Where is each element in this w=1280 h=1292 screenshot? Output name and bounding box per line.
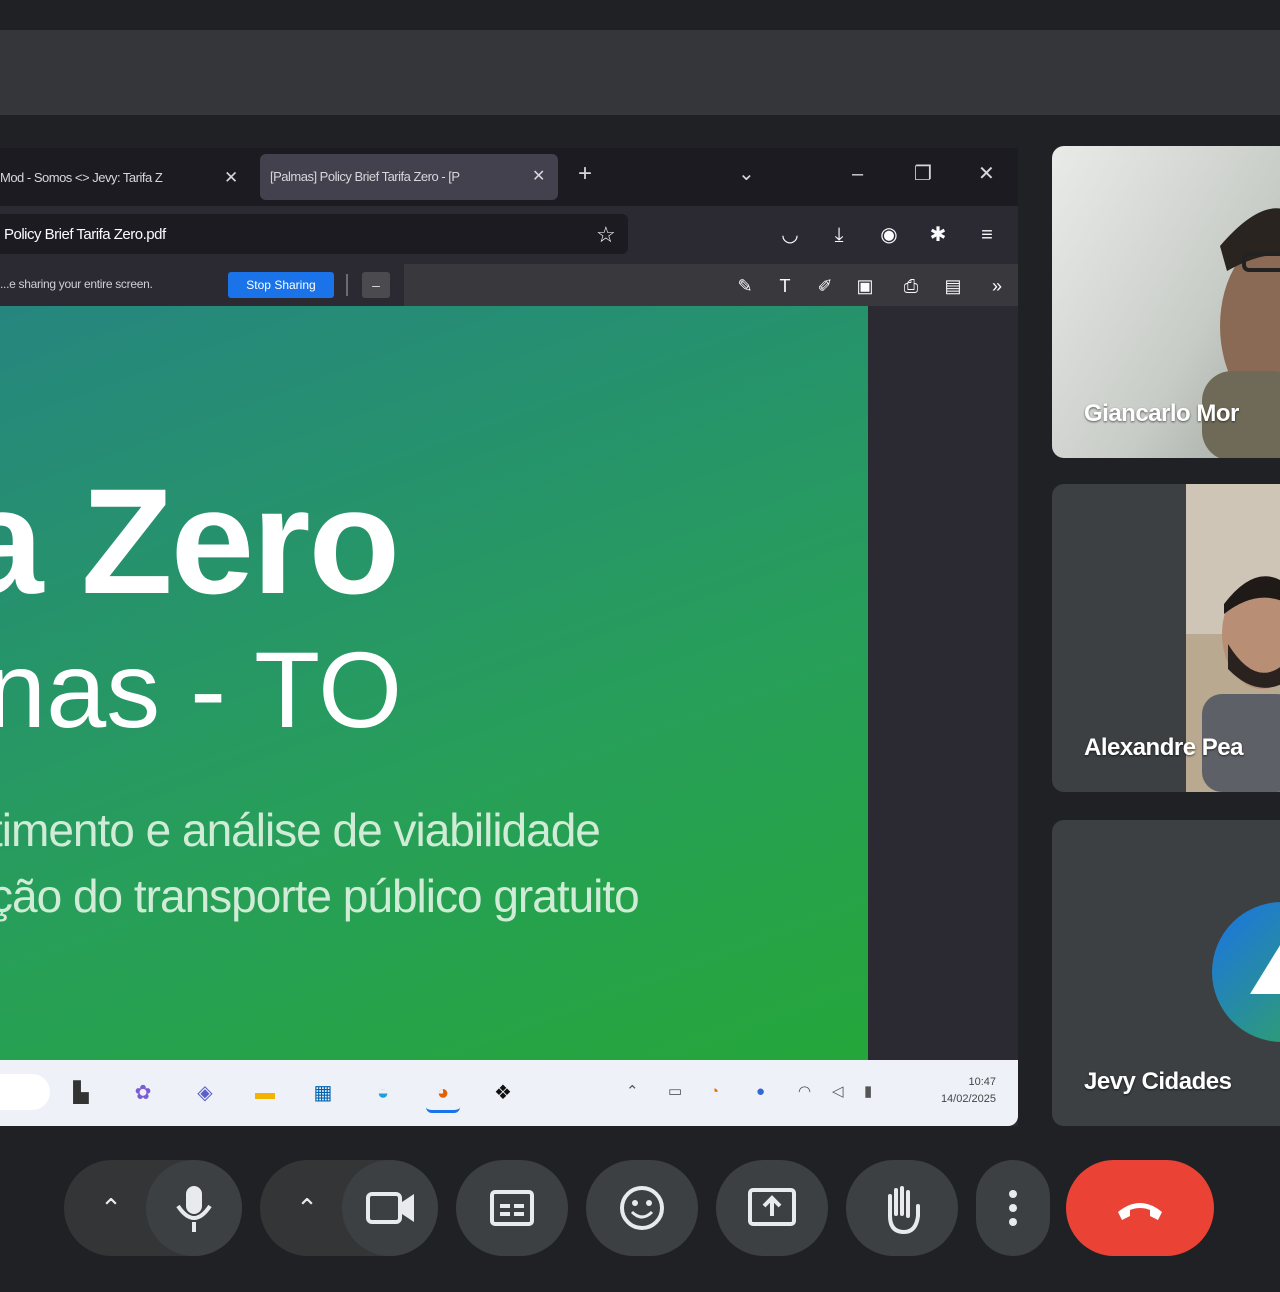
slide-subtitle-line-2: ção do transporte público gratuito: [0, 870, 640, 922]
close-icon[interactable]: ✕: [224, 168, 238, 188]
clock-time: 10:47: [968, 1076, 996, 1088]
slide-title-line-2: nas - TO: [0, 629, 403, 750]
banner-minimize-button[interactable]: –: [362, 272, 390, 298]
close-icon[interactable]: ✕: [532, 166, 545, 186]
clock-date: 14/02/2025: [940, 1093, 996, 1105]
captions-button[interactable]: [456, 1160, 568, 1256]
address-bar[interactable]: Policy Brief Tarifa Zero.pdf ☆: [0, 214, 628, 254]
slide-subtitle-line-1: timento e análise de viabilidade: [0, 804, 601, 856]
highlight-icon[interactable]: ✎: [732, 274, 758, 298]
stop-sharing-button[interactable]: Stop Sharing: [228, 272, 334, 298]
meet-header-bar: [0, 30, 1280, 115]
participant-tile[interactable]: Jevy Cidades: [1052, 820, 1280, 1126]
microphone-icon: [176, 1186, 212, 1232]
chevron-up-icon[interactable]: ⌃: [76, 1160, 146, 1256]
browser-tab-strip: Mod - Somos <> Jevy: Tarifa Z ✕ [Palmas]…: [0, 148, 1018, 206]
camera-icon: [366, 1192, 414, 1224]
present-screen-button[interactable]: [716, 1160, 828, 1256]
windows-taskbar: ▙ ✿ ◈ ▬ ▦ ◒ ◕ ❖ ⌃ ▭ ◔ ● ◠ ◁ ▮ 10:47 14/0…: [0, 1060, 1018, 1126]
more-options-button[interactable]: [976, 1160, 1050, 1256]
menu-icon[interactable]: ≡: [974, 222, 1000, 248]
end-call-icon: [1118, 1203, 1162, 1220]
tab-list-icon[interactable]: ⌄: [738, 162, 755, 186]
copilot-icon[interactable]: ✿: [126, 1076, 160, 1110]
sharing-banner-text: ...e sharing your entire screen.: [0, 277, 153, 291]
file-explorer-icon[interactable]: ▬: [248, 1076, 282, 1110]
close-window-icon[interactable]: ✕: [978, 162, 995, 186]
taskbar-search[interactable]: [0, 1074, 50, 1110]
browser-tab-1[interactable]: Mod - Somos <> Jevy: Tarifa Z ✕: [0, 158, 250, 200]
raise-hand-icon: [888, 1186, 920, 1235]
slide-title-line-1: a Zero: [0, 457, 400, 625]
taskbar-clock[interactable]: 10:47 14/02/2025: [904, 1074, 996, 1108]
download-icon[interactable]: ⤓: [826, 222, 852, 248]
leave-call-button[interactable]: [1066, 1160, 1214, 1256]
wifi-icon[interactable]: ◠: [798, 1082, 811, 1102]
emoji-icon: [620, 1186, 664, 1230]
browser-tab-2-label: [Palmas] Policy Brief Tarifa Zero - [P: [270, 169, 460, 184]
banner-divider: [346, 274, 348, 296]
pdf-slide: a Zero nas - TO timento e análise de via…: [0, 306, 868, 1060]
camera-button[interactable]: [342, 1160, 438, 1256]
captions-icon: [490, 1190, 534, 1226]
extensions-icon[interactable]: ✱: [925, 222, 951, 248]
restore-icon[interactable]: ❐: [914, 162, 932, 186]
present-screen-icon: [748, 1188, 796, 1226]
organization-logo-icon: [1250, 945, 1280, 994]
reactions-button[interactable]: [586, 1160, 698, 1256]
tray-sync-icon[interactable]: ◔: [710, 1082, 719, 1102]
pdf-viewer-background: [868, 306, 1018, 1060]
new-tab-icon[interactable]: +: [578, 162, 592, 186]
account-icon[interactable]: ◉: [876, 222, 902, 248]
participant-name: Alexandre Pea: [1084, 734, 1243, 761]
firefox-icon[interactable]: ◕: [426, 1076, 460, 1113]
edge-icon[interactable]: ◒: [366, 1076, 400, 1110]
print-icon[interactable]: ⎙: [898, 274, 924, 298]
participant-name: Giancarlo Mor: [1084, 400, 1239, 427]
browser-tab-1-label: Mod - Somos <> Jevy: Tarifa Z: [0, 170, 163, 185]
pocket-icon[interactable]: ◡: [777, 222, 803, 248]
task-view-icon[interactable]: ▙: [64, 1076, 98, 1110]
tray-app-icon[interactable]: ▭: [668, 1082, 682, 1102]
raise-hand-button[interactable]: [846, 1160, 958, 1256]
teams-icon[interactable]: ◈: [188, 1076, 222, 1110]
save-icon[interactable]: ▤: [940, 274, 966, 298]
microphone-tray-icon[interactable]: ●: [756, 1082, 765, 1102]
image-tool-icon[interactable]: ▣: [852, 274, 878, 298]
participant-name: Jevy Cidades: [1084, 1068, 1232, 1095]
draw-icon[interactable]: ✐: [812, 274, 838, 298]
more-tools-icon[interactable]: »: [984, 274, 1010, 298]
browser-tab-2-active[interactable]: [Palmas] Policy Brief Tarifa Zero - [P ✕: [260, 154, 558, 200]
participant-tile[interactable]: Giancarlo Mor: [1052, 146, 1280, 458]
shared-screen: Mod - Somos <> Jevy: Tarifa Z ✕ [Palmas]…: [0, 148, 1018, 1126]
dropbox-icon[interactable]: ❖: [486, 1076, 520, 1110]
text-tool-icon[interactable]: T: [772, 274, 798, 298]
participant-tile[interactable]: Alexandre Pea: [1052, 484, 1280, 792]
meeting-controls: ⌃ ⌃: [0, 1140, 1280, 1280]
battery-icon[interactable]: ▮: [864, 1082, 872, 1102]
participant-avatar: [1212, 902, 1280, 1042]
store-icon[interactable]: ▦: [306, 1076, 340, 1110]
screen-sharing-banner: ...e sharing your entire screen. Stop Sh…: [0, 264, 404, 306]
chevron-up-icon[interactable]: ⌃: [626, 1082, 639, 1102]
microphone-button[interactable]: [146, 1160, 242, 1256]
bookmark-star-icon[interactable]: ☆: [596, 222, 616, 248]
volume-icon[interactable]: ◁: [832, 1082, 844, 1102]
more-vert-icon: [1009, 1190, 1017, 1226]
pdf-toolbar: ...e sharing your entire screen. Stop Sh…: [0, 264, 1018, 306]
address-bar-text: Policy Brief Tarifa Zero.pdf: [4, 226, 166, 243]
chevron-up-icon[interactable]: ⌃: [272, 1160, 342, 1256]
minimize-icon[interactable]: –: [852, 162, 863, 186]
meet-top-strip: [0, 0, 1280, 30]
browser-toolbar: Policy Brief Tarifa Zero.pdf ☆ ◡ ⤓ ◉ ✱ ≡: [0, 206, 1018, 264]
